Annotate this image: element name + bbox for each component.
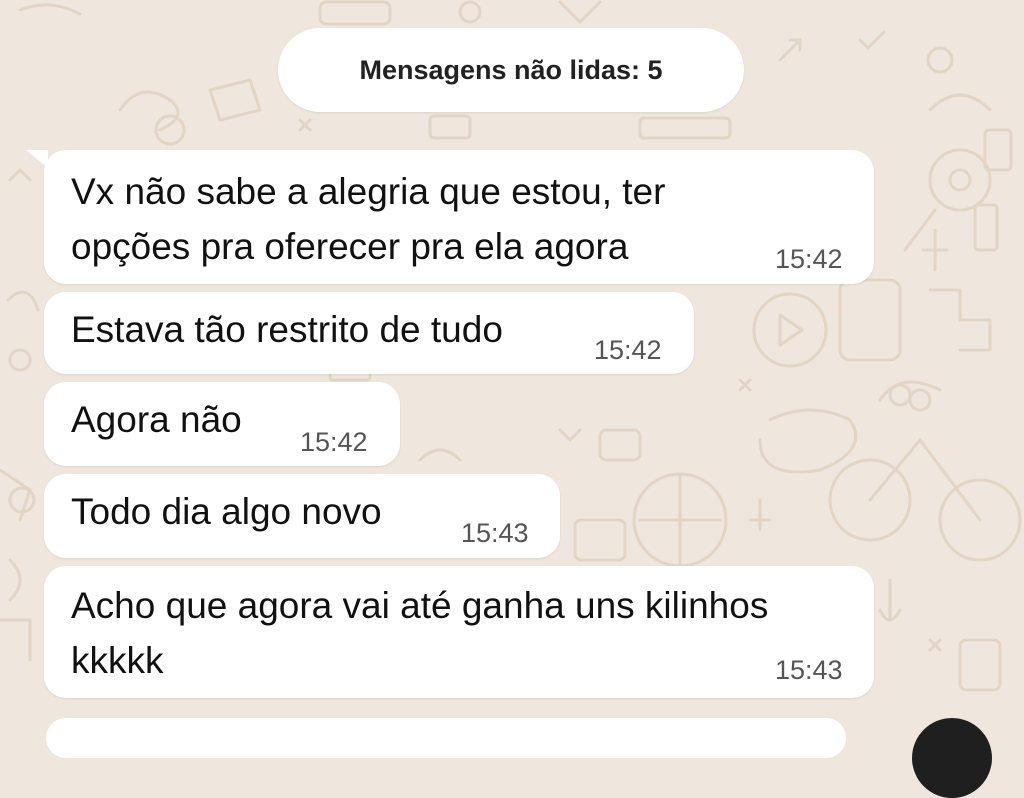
- message-bubble[interactable]: Acho que agora vai até ganha uns kilinho…: [44, 566, 874, 698]
- message-bubble[interactable]: Agora não 15:42: [44, 382, 400, 466]
- message-text: Vx não sabe a alegria que estou, ter opç…: [71, 171, 666, 267]
- message-timestamp: 15:42: [594, 335, 662, 365]
- unread-messages-label: Mensagens não lidas: 5: [359, 54, 663, 85]
- message-timestamp: 15:43: [775, 655, 843, 685]
- message-bubble[interactable]: Todo dia algo novo 15:43: [44, 474, 560, 558]
- message-bubble-partial[interactable]: [46, 718, 846, 758]
- message-bubble[interactable]: Estava tão restrito de tudo 15:42: [44, 292, 694, 374]
- message-timestamp: 15:43: [461, 518, 529, 548]
- message-timestamp: 15:42: [775, 244, 843, 274]
- message-text: Todo dia algo novo: [71, 491, 382, 532]
- unread-messages-banner: Mensagens não lidas: 5: [278, 28, 744, 112]
- scroll-to-bottom-button[interactable]: [912, 718, 992, 798]
- message-bubble[interactable]: Vx não sabe a alegria que estou, ter opç…: [44, 150, 874, 284]
- message-text: Acho que agora vai até ganha uns kilinho…: [71, 585, 769, 681]
- message-text: Estava tão restrito de tudo: [71, 309, 503, 350]
- message-text: Agora não: [71, 399, 242, 440]
- message-timestamp: 15:42: [300, 427, 368, 457]
